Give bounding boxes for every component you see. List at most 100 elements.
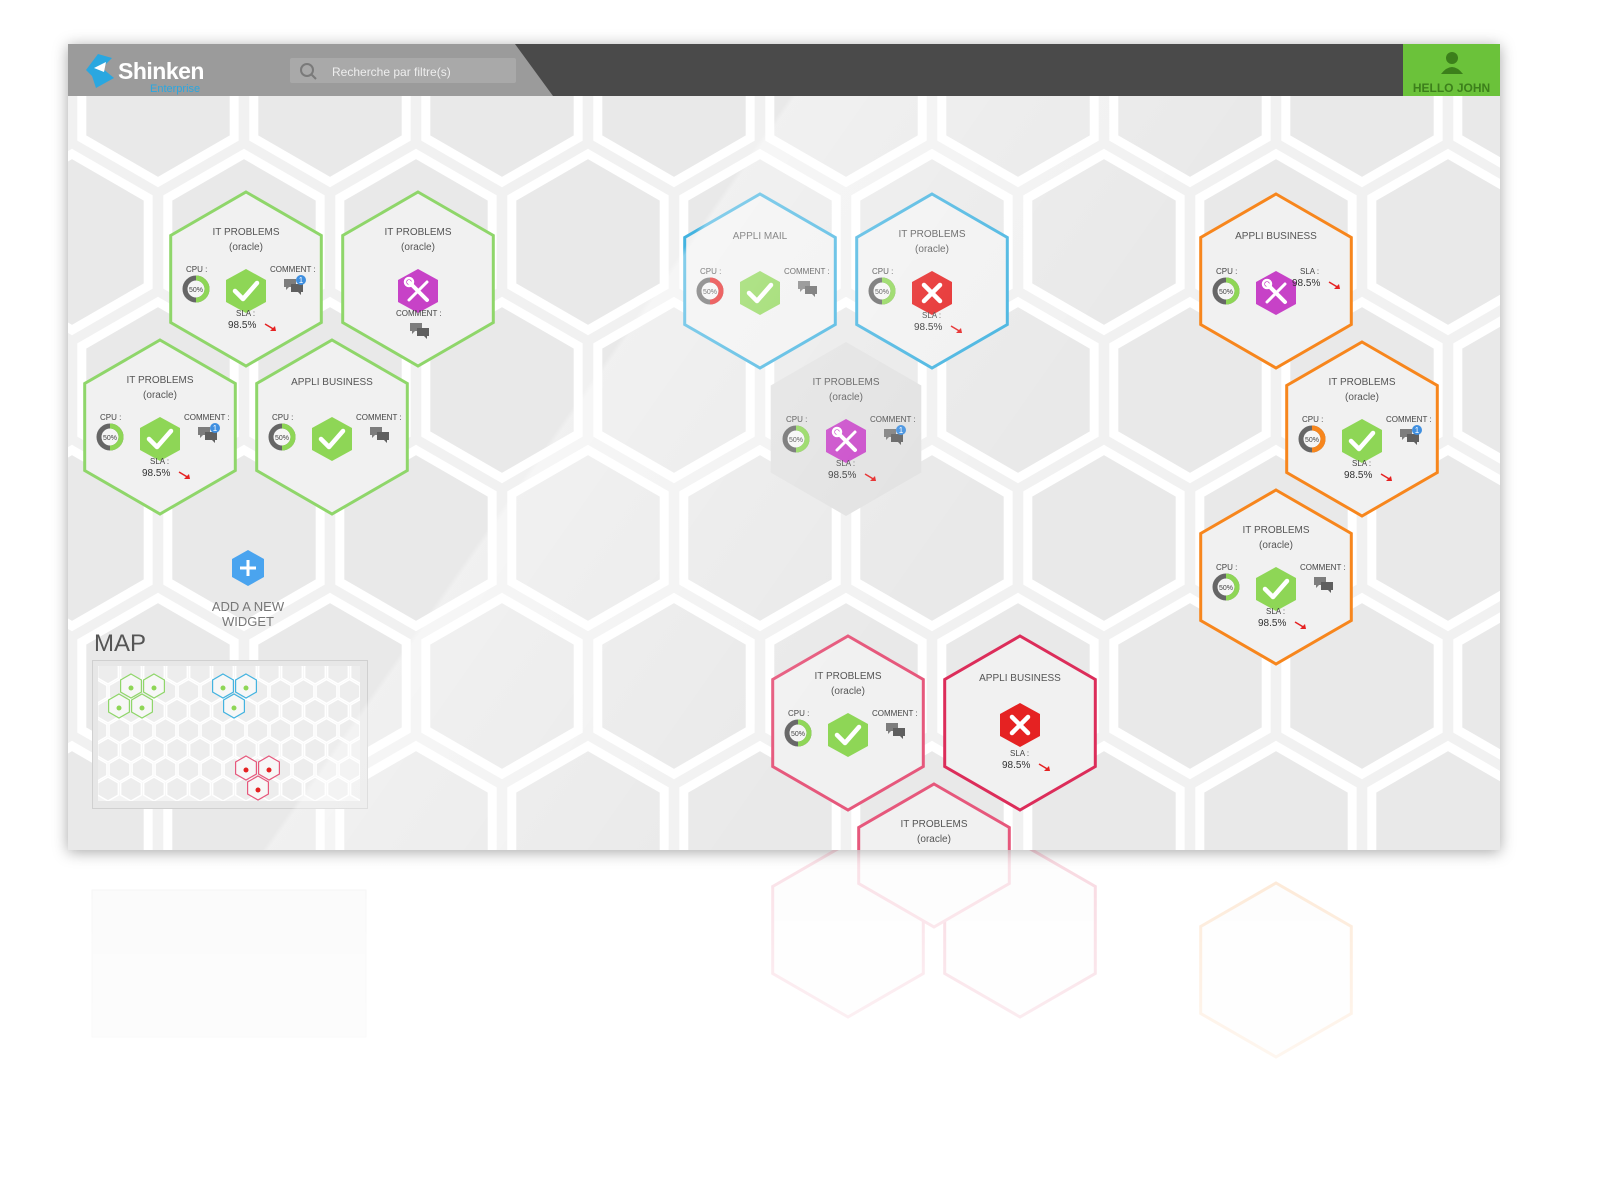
- comment-label: COMMENT :: [396, 309, 442, 318]
- maintenance-status-icon: [398, 269, 438, 313]
- svg-text:50%: 50%: [703, 289, 717, 296]
- widget-title-text: APPLI BUSINESS: [1235, 231, 1317, 242]
- widget-title: IT PROBLEMS (oracle): [768, 669, 928, 699]
- minimap-hex-cell: [280, 698, 304, 724]
- minimap-hex-cell: [165, 776, 189, 802]
- sla-value: 98.5%: [228, 320, 257, 331]
- comment-icon[interactable]: [884, 719, 908, 741]
- search-icon: [300, 63, 317, 80]
- minimap-hex-cell: [280, 776, 304, 802]
- comment-icon[interactable]: 1: [882, 425, 906, 447]
- cpu-label: CPU :: [100, 413, 122, 422]
- comment-label: COMMENT :: [870, 415, 916, 424]
- svg-text:50%: 50%: [1219, 289, 1233, 296]
- logo-subtext: Enterprise: [150, 83, 201, 95]
- add-widget-label-line1: ADD A NEW: [211, 599, 285, 614]
- cpu-gauge-icon: 50%: [1212, 573, 1240, 601]
- minimap-viewport: [73, 639, 430, 802]
- cpu-gauge-icon: 50%: [96, 423, 124, 451]
- widget-hexagon[interactable]: IT PROBLEMS (oracle) CPU : 50% COMMENT : SLA …: [1196, 485, 1356, 669]
- add-hexagon-icon: [232, 550, 264, 586]
- cpu-label: CPU :: [786, 415, 808, 424]
- minimap-status-dot: [151, 685, 157, 691]
- minimap-hex-cell: [131, 756, 154, 783]
- comment-icon[interactable]: 1: [1398, 425, 1422, 447]
- widget-subtitle: (oracle): [831, 686, 865, 697]
- minimap-hex-cell: [246, 717, 269, 744]
- comment-icon[interactable]: [368, 423, 392, 445]
- widget-title: IT PROBLEMS (oracle): [1282, 375, 1442, 405]
- minimap-hex-cell: [142, 737, 166, 763]
- widget-title-text: IT PROBLEMS: [898, 229, 966, 240]
- add-widget-label-line2: WIDGET: [222, 614, 274, 629]
- widget-hexagon[interactable]: IT PROBLEMS (oracle): [854, 779, 1014, 850]
- widget-title-text: IT PROBLEMS: [814, 671, 882, 682]
- widget-title: IT PROBLEMS (oracle): [854, 817, 1014, 847]
- svg-text:1: 1: [899, 426, 904, 435]
- user-menu-button[interactable]: HELLO JOHN: [1403, 44, 1500, 96]
- minimap-hex-cell: [292, 717, 315, 744]
- cpu-label: CPU :: [1302, 415, 1324, 424]
- svg-text:1: 1: [299, 276, 304, 285]
- widget-subtitle: (oracle): [829, 392, 863, 403]
- ninja-logo-icon: [86, 54, 114, 88]
- widget-title: APPLI MAIL: [680, 229, 840, 244]
- search-box[interactable]: [290, 58, 516, 85]
- sla-value: 98.5%: [1258, 618, 1287, 629]
- search-input[interactable]: [330, 58, 514, 85]
- widget-title-text: IT PROBLEMS: [900, 819, 968, 830]
- trend-down-arrow-icon: [1328, 281, 1340, 289]
- minimap-hex-cell: [119, 737, 143, 763]
- widget-subtitle: (oracle): [143, 390, 177, 401]
- widget-title-text: IT PROBLEMS: [384, 227, 452, 238]
- sla-label: SLA :: [1266, 607, 1286, 616]
- minimap-hex-cell: [165, 737, 189, 763]
- ok-status-icon: [1256, 567, 1296, 611]
- minimap-hex-cell: [200, 717, 223, 744]
- cpu-label: CPU :: [700, 267, 722, 276]
- minimap-hex-cell: [326, 737, 350, 763]
- comment-icon[interactable]: [796, 277, 820, 299]
- minimap-hex-cell: [177, 717, 200, 744]
- user-avatar-icon: [1441, 52, 1463, 74]
- svg-text:50%: 50%: [1219, 585, 1233, 592]
- add-widget-button[interactable]: ADD A NEW WIDGET: [168, 544, 328, 644]
- comment-label: COMMENT :: [1386, 415, 1432, 424]
- comment-icon[interactable]: 1: [282, 275, 306, 297]
- minimap-hex-cell: [292, 756, 315, 783]
- widget-hexagon[interactable]: IT PROBLEMS (oracle) CPU : 50% COMMENT : 1 SLA…: [766, 337, 926, 521]
- comment-icon[interactable]: 1: [196, 423, 220, 445]
- cpu-label: CPU :: [1216, 267, 1238, 276]
- minimap-hex-cell: [326, 698, 350, 724]
- comment-icon[interactable]: [1312, 573, 1336, 595]
- shinken-logo[interactable]: Shinken Enterprise: [78, 48, 218, 95]
- cpu-gauge-icon: 50%: [1298, 425, 1326, 453]
- minimap-hex-cell: [280, 737, 304, 763]
- dashboard-window: Shinken Enterprise HELLO JOHN IT PROBLEM…: [68, 44, 1500, 850]
- minimap-hex-cell: [303, 776, 327, 802]
- minimap-hexagons: [73, 639, 430, 802]
- minimap-hex-cell: [338, 756, 361, 783]
- minimap-hex-cell: [211, 776, 235, 802]
- comment-label: COMMENT :: [872, 709, 918, 718]
- widget-subtitle: (oracle): [1259, 540, 1293, 551]
- svg-text:50%: 50%: [189, 287, 203, 294]
- trend-down-arrow-icon: [178, 471, 190, 479]
- minimap-hex-cell: [188, 698, 212, 724]
- top-bar: Shinken Enterprise HELLO JOHN: [68, 44, 1500, 96]
- trend-down-arrow-icon: [864, 473, 876, 481]
- widget-title: IT PROBLEMS (oracle): [338, 225, 498, 255]
- widget-title-text: IT PROBLEMS: [1328, 377, 1396, 388]
- widget-hexagon[interactable]: IT PROBLEMS (oracle) CPU : 50% COMMENT : 1 SLA…: [80, 335, 240, 519]
- sla-label: SLA :: [922, 311, 942, 320]
- minimap-hex-cell: [108, 717, 131, 744]
- trend-down-arrow-icon: [1038, 763, 1050, 771]
- minimap-status-dot: [266, 767, 272, 773]
- minimap[interactable]: [73, 639, 430, 809]
- sla-label: SLA :: [1300, 267, 1320, 276]
- minimap-hex-cell: [131, 717, 154, 744]
- cpu-gauge-icon: 50%: [784, 719, 812, 747]
- minimap-hex-cell: [188, 776, 212, 802]
- minimap-hex-cell: [142, 776, 166, 802]
- widget-hexagon[interactable]: APPLI BUSINESS CPU : 50% COMMENT :: [252, 335, 412, 519]
